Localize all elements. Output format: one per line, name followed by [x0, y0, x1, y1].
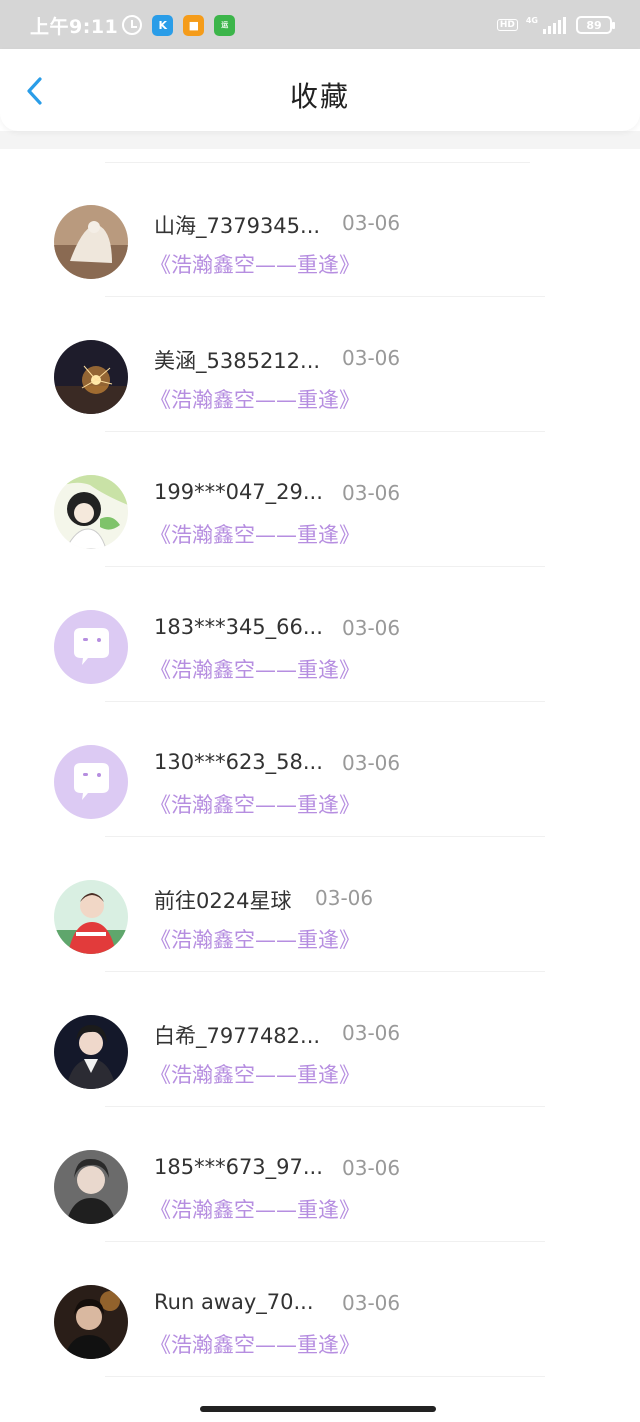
item-work-title[interactable]: 《浩瀚鑫空——重逢》 [150, 1329, 360, 1359]
item-work-title[interactable]: 《浩瀚鑫空——重逢》 [150, 789, 360, 819]
item-date: 03-06 [315, 886, 374, 910]
item-username: 白希_7977482... [154, 1024, 321, 1048]
item-username: 山海_7379345... [154, 214, 321, 238]
avatar[interactable] [54, 880, 128, 954]
list-item[interactable]: 白希_7977482... 03-06 《浩瀚鑫空——重逢》 [0, 959, 640, 1107]
list-item[interactable]: 前往0224星球 03-06 《浩瀚鑫空——重逢》 [0, 824, 640, 972]
list-item[interactable]: 山海_7379345... 03-06 《浩瀚鑫空——重逢》 [0, 149, 640, 297]
nav-header: 收藏 [0, 49, 640, 131]
list-item[interactable]: 183***345_66... 03-06 《浩瀚鑫空——重逢》 [0, 554, 640, 702]
avatar[interactable] [54, 1015, 128, 1089]
item-work-title[interactable]: 《浩瀚鑫空——重逢》 [150, 1194, 360, 1224]
network-type: 4G [525, 16, 538, 25]
list-item[interactable]: 美涵_5385212... 03-06 《浩瀚鑫空——重逢》 [0, 284, 640, 432]
list-item[interactable]: 130***623_58... 03-06 《浩瀚鑫空——重逢》 [0, 689, 640, 837]
app-k-icon: K [152, 14, 174, 36]
chat-bubble-icon [54, 610, 128, 684]
status-time: 上午9:11 [30, 15, 119, 38]
avatar[interactable] [54, 340, 128, 414]
list-item[interactable]: 185***673_97... 03-06 《浩瀚鑫空——重逢》 [0, 1094, 640, 1242]
chat-bubble-icon [54, 745, 128, 819]
avatar[interactable] [54, 205, 128, 279]
app-notes-icon: ■ [183, 14, 205, 36]
avatar[interactable] [54, 475, 128, 549]
divider [105, 1376, 545, 1377]
page-title: 收藏 [289, 80, 350, 113]
avatar[interactable] [54, 1285, 128, 1359]
hd-icon: HD [496, 19, 518, 31]
status-bar: 上午9:11 K ■ 运 HD 4G 89 [0, 0, 640, 50]
item-date: 03-06 [342, 1156, 401, 1180]
header-gap [0, 131, 640, 149]
status-right: HD 4G 89 [496, 16, 615, 34]
alarm-icon [122, 15, 143, 35]
favorites-page: 上午9:11 K ■ 运 HD 4G 89 收藏 山海_7379345... 0… [0, 0, 640, 1422]
item-date: 03-06 [342, 346, 401, 370]
item-username: 美涵_5385212... [154, 349, 321, 373]
item-work-title[interactable]: 《浩瀚鑫空——重逢》 [150, 384, 360, 414]
battery-icon: 89 [576, 16, 615, 34]
home-indicator[interactable] [200, 1406, 436, 1412]
item-date: 03-06 [342, 751, 401, 775]
item-username: 183***345_66... [154, 615, 323, 639]
battery-level: 89 [586, 18, 602, 32]
item-username: 185***673_97... [154, 1155, 323, 1179]
item-work-title[interactable]: 《浩瀚鑫空——重逢》 [150, 1059, 360, 1089]
item-work-title[interactable]: 《浩瀚鑫空——重逢》 [150, 519, 360, 549]
item-date: 03-06 [342, 616, 401, 640]
default-avatar[interactable] [54, 745, 128, 819]
item-work-title[interactable]: 《浩瀚鑫空——重逢》 [150, 924, 360, 954]
item-username: 前往0224星球 [154, 889, 292, 913]
app-green-icon: 运 [214, 14, 236, 36]
item-work-title[interactable]: 《浩瀚鑫空——重逢》 [150, 249, 360, 279]
avatar[interactable] [54, 1150, 128, 1224]
item-work-title[interactable]: 《浩瀚鑫空——重逢》 [150, 654, 360, 684]
item-username: 130***623_58... [154, 750, 323, 774]
item-date: 03-06 [342, 1021, 401, 1045]
item-date: 03-06 [342, 481, 401, 505]
signal-icon: 4G [526, 16, 566, 34]
item-date: 03-06 [342, 211, 401, 235]
default-avatar[interactable] [54, 610, 128, 684]
list-item[interactable]: 199***047_29... 03-06 《浩瀚鑫空——重逢》 [0, 419, 640, 567]
item-username: Run away_70... [154, 1290, 314, 1314]
list-item[interactable]: Run away_70... 03-06 《浩瀚鑫空——重逢》 [0, 1229, 640, 1377]
item-date: 03-06 [342, 1291, 401, 1315]
item-username: 199***047_29... [154, 480, 323, 504]
